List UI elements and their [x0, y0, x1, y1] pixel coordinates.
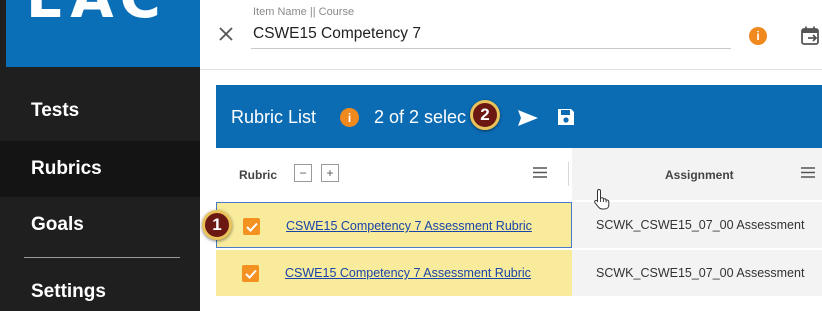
sidebar-divider: [24, 257, 180, 258]
info-icon[interactable]: i: [749, 27, 767, 45]
assignment-cell: SCWK_CSWE15_07_00 Assessment: [572, 250, 822, 296]
expand-all-button[interactable]: +: [321, 164, 339, 182]
menu-icon[interactable]: [533, 167, 547, 178]
field-underline: [251, 48, 731, 49]
item-header: Item Name || Course CSWE15 Competency 7 …: [200, 0, 822, 70]
rubric-link[interactable]: CSWE15 Competency 7 Assessment Rubric: [286, 219, 532, 233]
assignment-name: SCWK_CSWE15_07_00 Assessment: [596, 218, 805, 232]
info-icon[interactable]: i: [340, 108, 359, 127]
checkbox-checked-icon[interactable]: [243, 218, 260, 235]
rubric-cell: CSWE15 Competency 7 Assessment Rubric: [216, 202, 572, 248]
sidebar-item-tests[interactable]: Tests: [0, 83, 200, 139]
sidebar-item-rubrics[interactable]: Rubrics: [0, 141, 200, 197]
rubric-list-title: Rubric List: [231, 107, 317, 127]
item-name-field[interactable]: CSWE15 Competency 7: [253, 25, 421, 43]
app-logo[interactable]: EAC: [6, 0, 200, 67]
sidebar-item-settings[interactable]: Settings: [0, 264, 200, 311]
sidebar: EAC Tests Rubrics Goals Settings: [0, 0, 200, 311]
save-icon[interactable]: [556, 107, 576, 127]
selection-count: 2 of 2 selec: [374, 107, 467, 127]
send-icon[interactable]: [517, 109, 539, 127]
rubric-list-toolbar: Rubric List i 2 of 2 selec: [216, 85, 822, 148]
calendar-arrow-icon[interactable]: [800, 25, 822, 47]
assignment-name: SCWK_CSWE15_07_00 Assessment: [596, 266, 805, 280]
rubric-link[interactable]: CSWE15 Competency 7 Assessment Rubric: [285, 266, 531, 280]
collapse-all-button[interactable]: −: [294, 164, 312, 182]
grid-header: Rubric − + Assignment: [216, 148, 822, 200]
table-row[interactable]: CSWE15 Competency 7 Assessment Rubric SC…: [216, 202, 822, 248]
sidebar-item-goals[interactable]: Goals: [0, 197, 200, 253]
close-icon[interactable]: [218, 26, 234, 42]
logo-text: EAC: [26, 0, 167, 31]
step-2-marker: 2: [470, 100, 500, 130]
item-name-label: Item Name || Course: [253, 6, 355, 18]
rubric-column-label: Rubric: [239, 168, 278, 182]
step-1-marker: 1: [202, 210, 232, 240]
table-row[interactable]: CSWE15 Competency 7 Assessment Rubric SC…: [216, 250, 822, 296]
rubric-cell: CSWE15 Competency 7 Assessment Rubric: [216, 250, 572, 296]
assignment-column-label: Assignment: [665, 168, 734, 182]
rubric-column-header: Rubric − +: [216, 148, 572, 200]
menu-icon[interactable]: [801, 167, 815, 178]
checkbox-checked-icon[interactable]: [242, 265, 259, 282]
hand-cursor-icon: [594, 188, 610, 210]
column-separator: [568, 162, 569, 186]
